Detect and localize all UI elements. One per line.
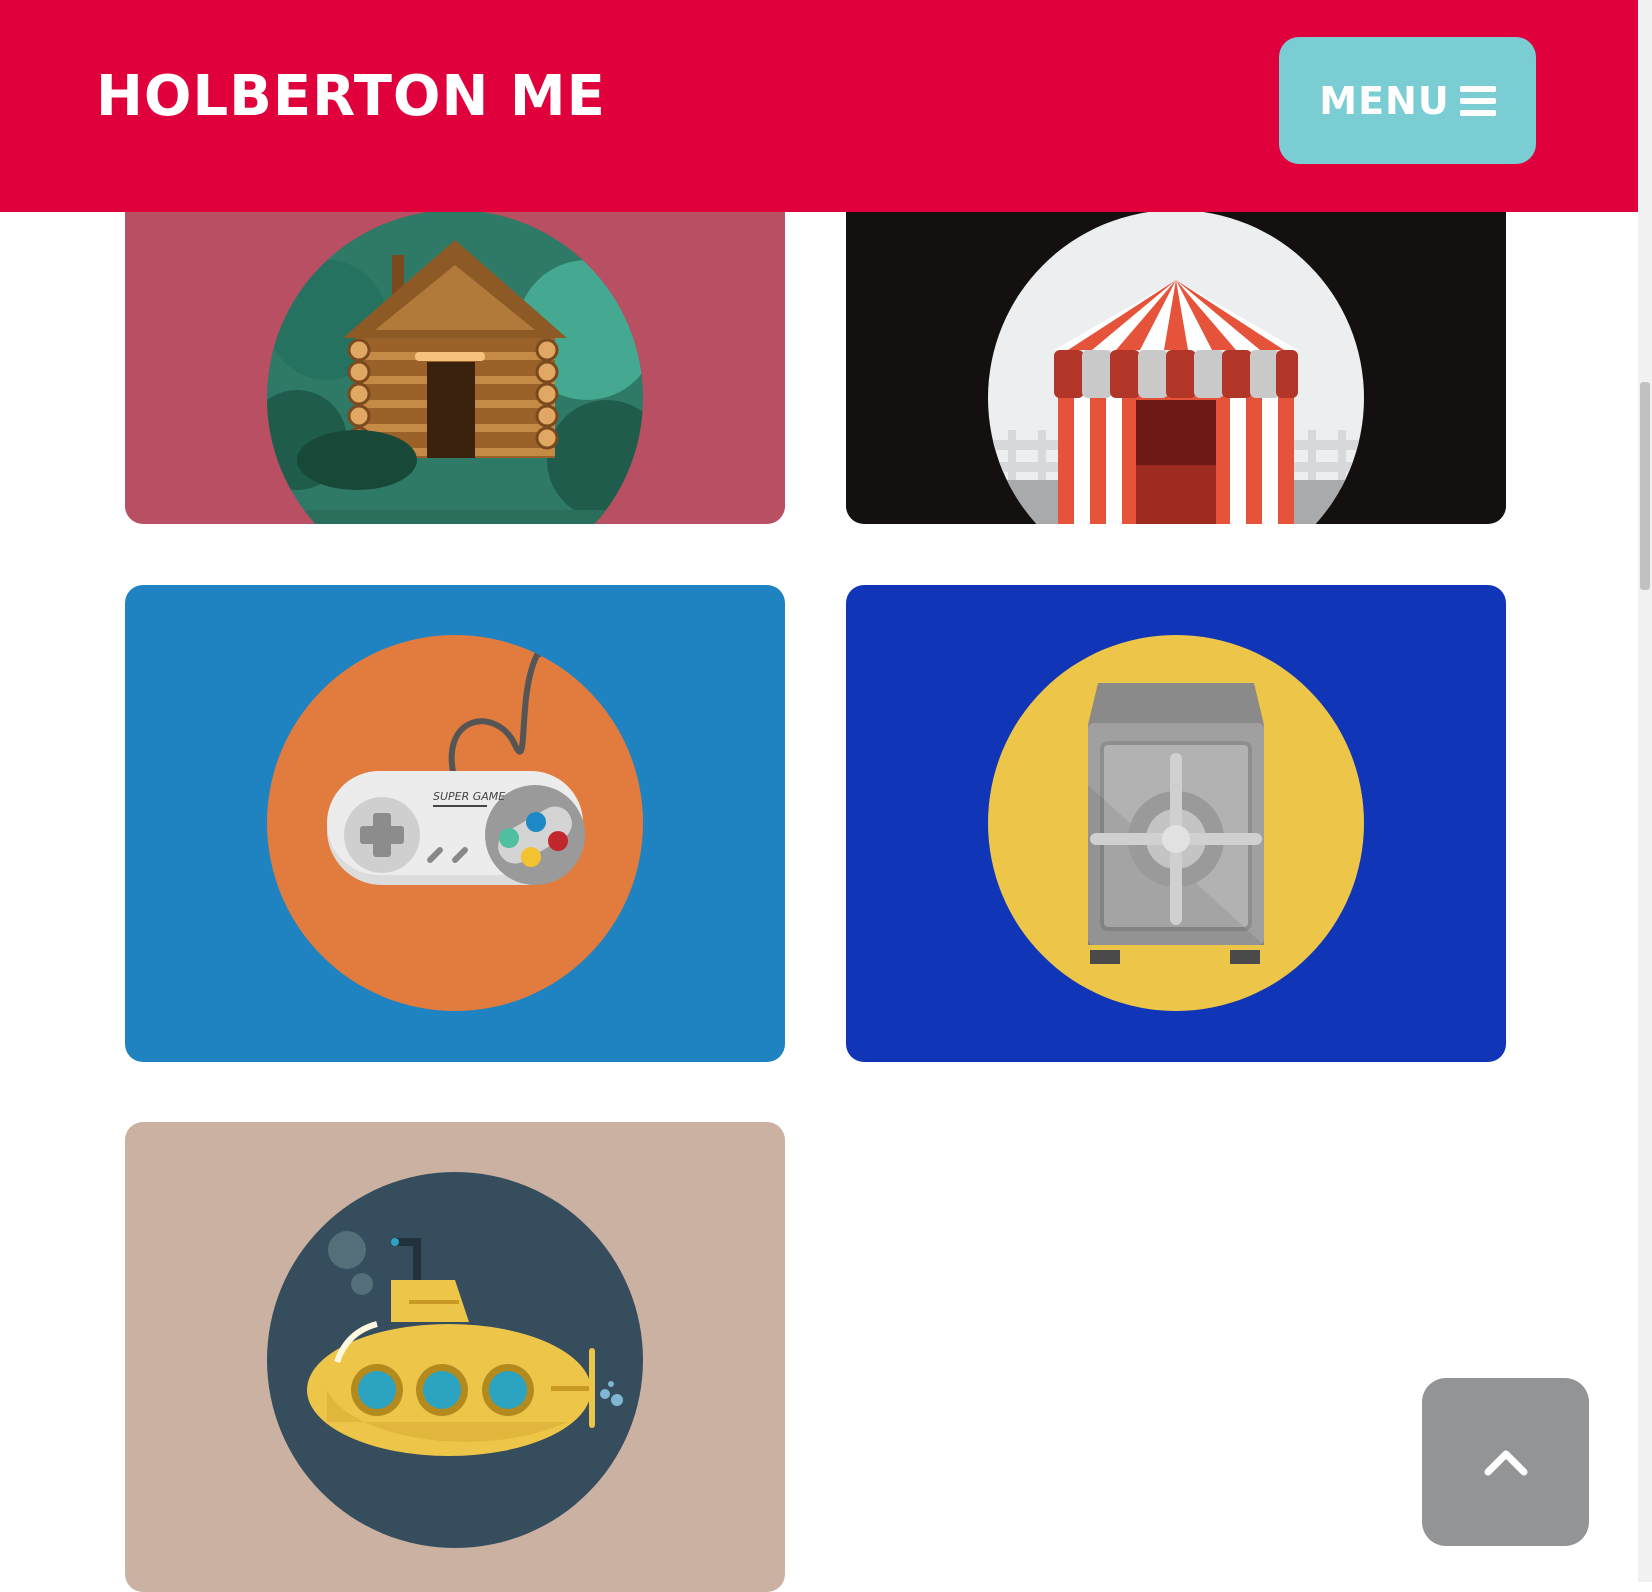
log-cabin-icon: [267, 210, 643, 524]
circus-tent-icon: [988, 210, 1364, 524]
safe-icon: [988, 635, 1364, 1011]
hamburger-icon: [1459, 85, 1496, 116]
site-header: HOLBERTON ME MENU: [0, 0, 1638, 212]
game-controller-icon: SUPER GAME: [267, 635, 643, 1011]
scrollbar-thumb[interactable]: [1640, 382, 1650, 590]
card-game-controller[interactable]: SUPER GAME: [125, 585, 785, 1062]
submarine-icon: [267, 1172, 643, 1548]
card-submarine[interactable]: [125, 1122, 785, 1592]
back-to-top-button[interactable]: [1422, 1378, 1589, 1546]
brand-title[interactable]: HOLBERTON ME: [96, 64, 606, 129]
chevron-up-icon: [1484, 1450, 1527, 1476]
menu-label: MENU: [1319, 78, 1450, 123]
scrollbar-track[interactable]: [1638, 0, 1652, 1582]
menu-button[interactable]: MENU: [1279, 37, 1536, 164]
controller-label: SUPER GAME: [433, 790, 505, 803]
card-safe[interactable]: [846, 585, 1506, 1062]
